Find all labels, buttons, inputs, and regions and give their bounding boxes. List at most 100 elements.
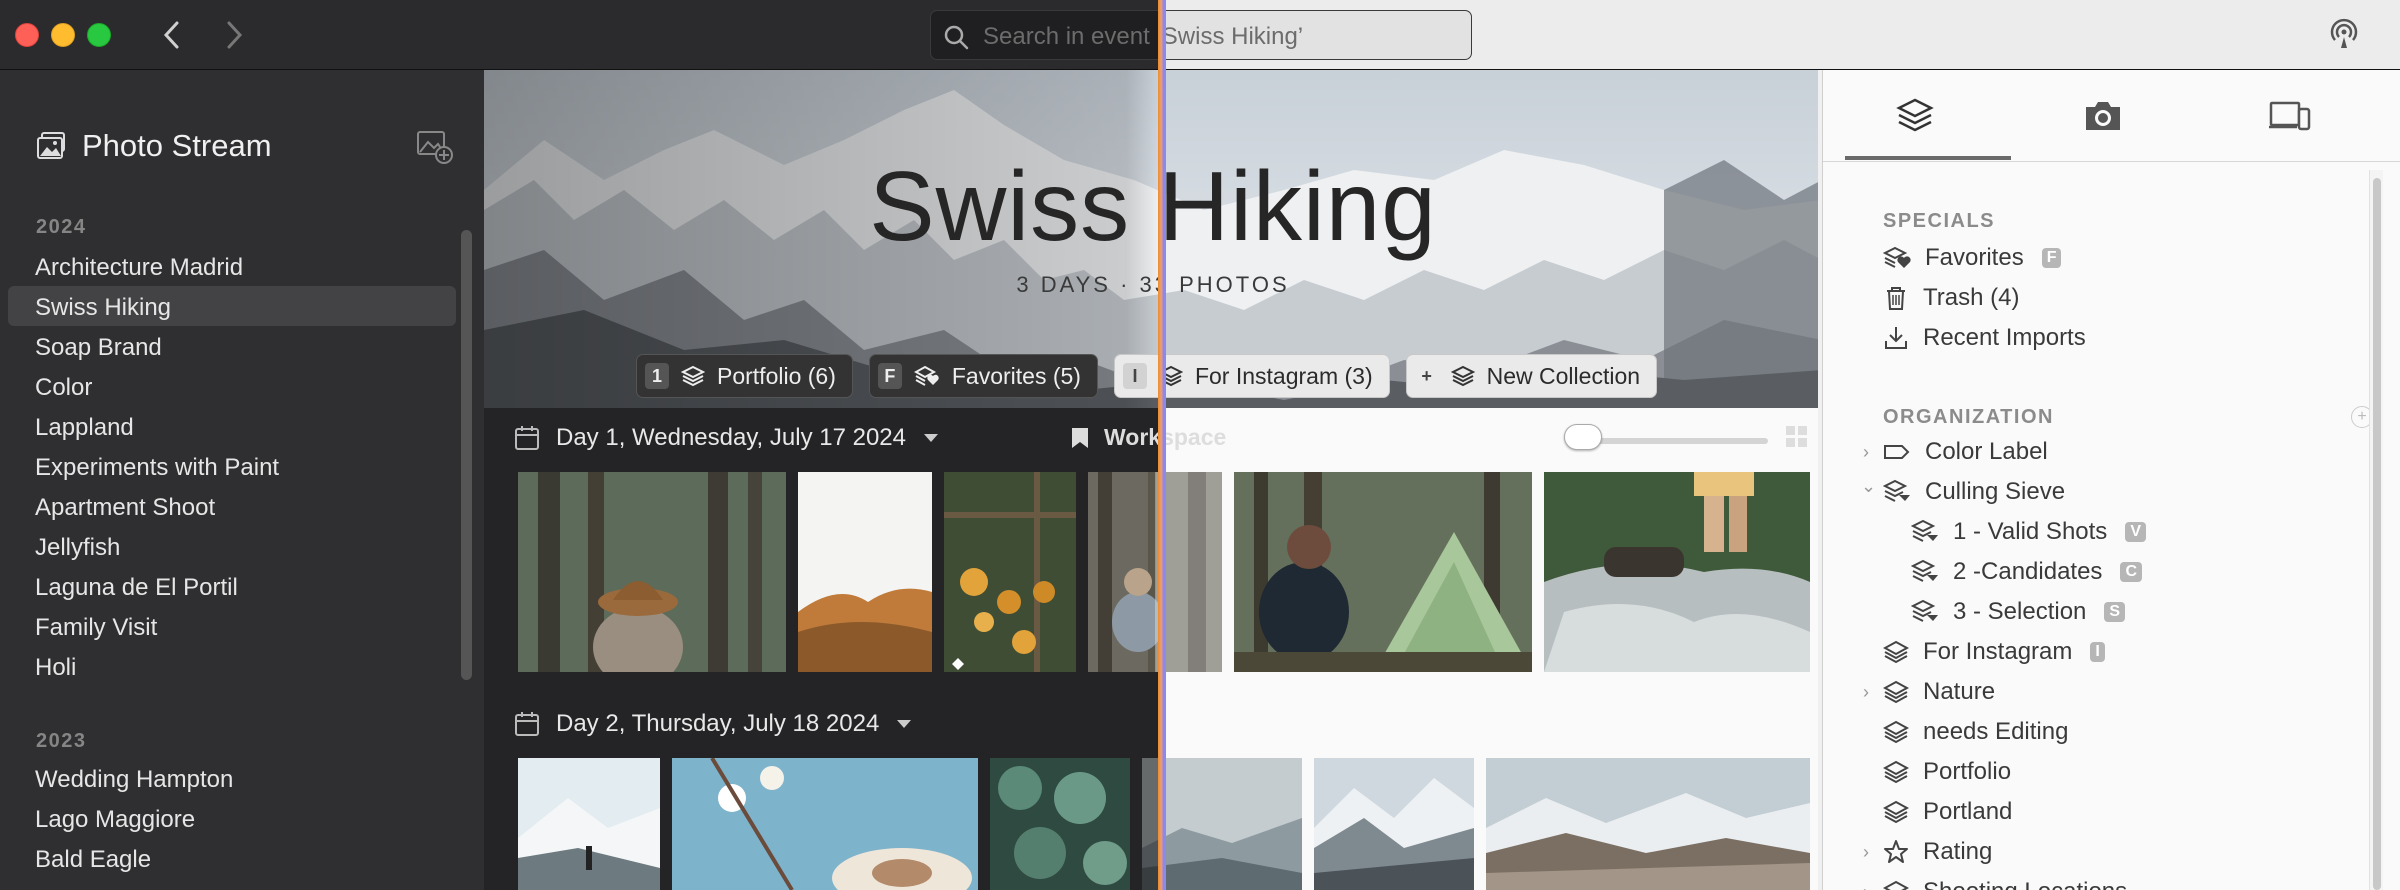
panel-scrollbar[interactable] [2373, 178, 2381, 890]
chip-portfolio[interactable]: 1 Portfolio (6) [636, 354, 853, 398]
search-field[interactable]: Search in event ‘Swiss Hiking’ [930, 10, 1472, 60]
airdrop-icon[interactable] [2328, 18, 2360, 55]
day-1-header[interactable]: Day 1, Wednesday, July 17 2024 [514, 424, 940, 452]
photo-thumbnail[interactable] [518, 758, 660, 890]
event-item[interactable]: Holi [35, 654, 76, 682]
thumbnail-size-knob[interactable] [1564, 424, 1602, 450]
org-item-portland[interactable]: Portland [1883, 798, 2012, 826]
collections-icon [1896, 98, 1934, 132]
zoom-window-button[interactable] [87, 23, 111, 47]
back-button[interactable] [154, 16, 190, 54]
photo-thumbnail[interactable] [1088, 472, 1222, 672]
organization-header: ORGANIZATION [1883, 406, 2054, 428]
event-item-selected[interactable]: Swiss Hiking [35, 294, 171, 322]
org-item-valid-shots[interactable]: 1 - Valid Shots V [1911, 518, 2146, 546]
collection-icon [1883, 800, 1909, 824]
event-item[interactable]: Soap Brand [35, 334, 162, 362]
event-item[interactable]: Lappland [35, 414, 134, 442]
org-label: 2 -Candidates [1953, 558, 2103, 585]
search-icon [944, 25, 969, 50]
org-item-selection[interactable]: 3 - Selection S [1911, 598, 2126, 626]
photo-thumbnail[interactable] [990, 758, 1130, 890]
trash-icon [1887, 287, 1905, 310]
collection-icon [681, 365, 705, 387]
event-item[interactable]: Bald Eagle [35, 846, 151, 874]
photo-stream-item[interactable]: Photo Stream [36, 128, 272, 164]
org-item-rating[interactable]: Rating [1883, 838, 1992, 866]
specials-favorites[interactable]: Favorites F [1883, 244, 2062, 272]
tab-camera-info[interactable] [2073, 92, 2133, 140]
sieve-icon [1911, 559, 1938, 582]
photo-thumbnail[interactable] [1234, 472, 1532, 672]
favorites-icon [1883, 246, 1911, 268]
devices-icon [2269, 101, 2311, 131]
org-item-color-label[interactable]: Color Label [1883, 438, 2048, 466]
year-header: 2024 [36, 216, 87, 238]
specials-recent-imports[interactable]: Recent Imports [1883, 324, 2086, 352]
workspace-toggle[interactable]: Workspace [1070, 424, 1226, 451]
chevron-right-icon[interactable]: › [1863, 442, 1869, 463]
collection-icon [1883, 680, 1909, 704]
org-label: Portfolio [1923, 758, 2012, 785]
chip-key: + [1421, 365, 1432, 386]
shortcut-badge: V [2125, 522, 2146, 542]
photo-thumbnail[interactable] [672, 758, 978, 890]
event-item[interactable]: Color [35, 374, 92, 402]
specials-label: Recent Imports [1923, 324, 2086, 351]
photo-thumbnail[interactable] [798, 472, 932, 672]
tab-devices[interactable] [2259, 92, 2319, 140]
collection-icon [1883, 880, 1909, 890]
chip-new-collection[interactable]: + New Collection [1405, 354, 1658, 398]
event-item[interactable]: Laguna de El Portil [35, 574, 238, 602]
event-item[interactable]: Architecture Madrid [35, 254, 243, 282]
chip-favorites[interactable]: F Favorites (5) [868, 354, 1098, 398]
day-2-label: Day 2, Thursday, July 18 2024 [556, 710, 880, 737]
org-item-shooting-locations[interactable]: Shooting Locations [1883, 878, 2127, 890]
chip-label: For Instagram (3) [1194, 362, 1373, 389]
org-item-candidates[interactable]: 2 -Candidates C [1911, 558, 2142, 586]
chevron-right-icon[interactable]: › [1863, 842, 1869, 863]
event-item[interactable]: Apartment Shoot [35, 494, 215, 522]
shortcut-badge: S [2104, 602, 2126, 622]
large-grid-icon[interactable] [1784, 424, 1810, 455]
org-item-culling-sieve[interactable]: Culling Sieve [1883, 478, 2065, 506]
photo-thumbnail[interactable] [1142, 758, 1302, 890]
chip-for-instagram[interactable]: I For Instagram (3) [1113, 354, 1390, 398]
event-item[interactable]: Wedding Hampton [35, 766, 233, 794]
photo-thumbnail[interactable] [944, 472, 1076, 672]
org-item-for-instagram[interactable]: For Instagram I [1883, 638, 2105, 666]
chevron-down-icon[interactable]: ⌄ [1861, 476, 1876, 497]
chip-label: New Collection [1486, 362, 1641, 389]
chevron-right-icon[interactable]: › [1863, 882, 1869, 890]
thumbnail-size-slider[interactable] [1588, 438, 1768, 444]
specials-trash[interactable]: Trash (4) [1883, 284, 2019, 312]
close-window-button[interactable] [15, 23, 39, 47]
org-label: Portland [1923, 798, 2013, 825]
day-2-header[interactable]: Day 2, Thursday, July 18 2024 [514, 710, 913, 738]
tab-collections[interactable] [1885, 92, 1945, 140]
import-icon [1885, 327, 1907, 349]
event-item[interactable]: Jellyfish [35, 534, 120, 562]
photo-thumbnail[interactable] [1486, 758, 1810, 890]
photo-thumbnail[interactable] [518, 472, 786, 672]
org-item-portfolio[interactable]: Portfolio [1883, 758, 2011, 786]
chevron-right-icon[interactable]: › [1863, 682, 1869, 703]
year-header: 2023 [36, 730, 87, 752]
org-item-needs-editing[interactable]: needs Editing [1883, 718, 2068, 746]
minimize-window-button[interactable] [51, 23, 75, 47]
org-item-nature[interactable]: Nature [1883, 678, 1995, 706]
forward-button[interactable] [216, 16, 252, 54]
sidebar-scrollbar[interactable] [461, 230, 472, 680]
event-item[interactable]: Family Visit [35, 614, 157, 642]
photo-thumbnail[interactable] [1544, 472, 1810, 672]
star-icon [1884, 840, 1908, 863]
event-item[interactable]: Lago Maggiore [35, 806, 195, 834]
event-item[interactable]: Experiments with Paint [35, 454, 279, 482]
org-label: 1 - Valid Shots [1953, 518, 2108, 545]
photo-thumbnail[interactable] [1314, 758, 1474, 890]
photo-stream-label: Photo Stream [82, 128, 272, 163]
sieve-icon [1883, 479, 1910, 502]
add-event-button[interactable] [414, 128, 454, 169]
chip-key: I [1122, 363, 1147, 389]
chevron-left-icon [163, 21, 179, 49]
